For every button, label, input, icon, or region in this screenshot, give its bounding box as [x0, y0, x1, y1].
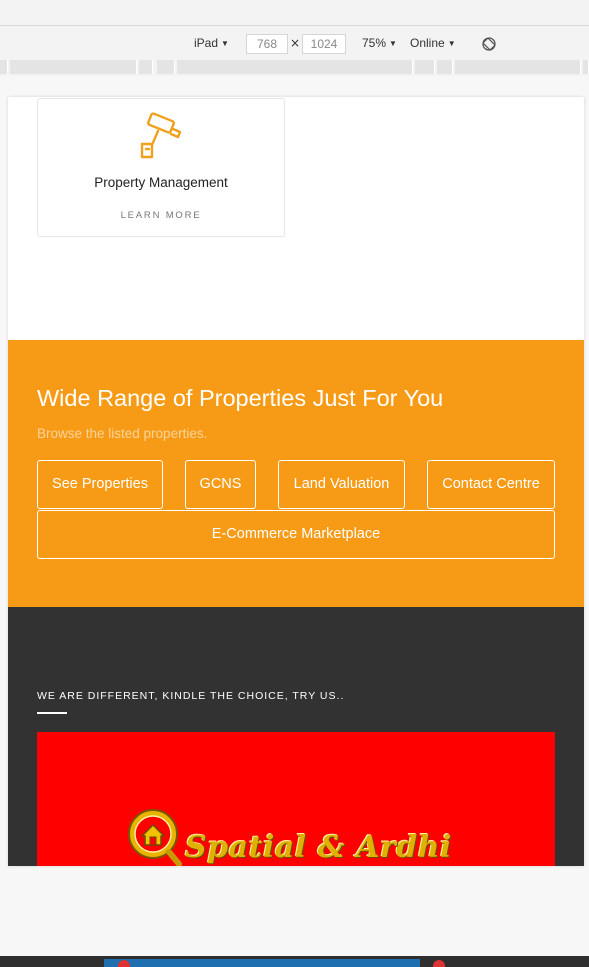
height-input[interactable]: 1024 [302, 34, 346, 54]
device-select[interactable]: iPad ▼ [194, 36, 229, 50]
card-title: Property Management [94, 175, 228, 190]
learn-more-link[interactable]: LEARN MORE [38, 210, 284, 221]
device-toolbar: iPad ▼ 768 × 1024 75% ▼ Online ▼ [0, 26, 589, 62]
media-query-ruler [0, 60, 589, 76]
width-input[interactable]: 768 [246, 34, 288, 54]
taskbar-app-icon[interactable] [433, 960, 445, 967]
land-valuation-button[interactable]: Land Valuation [278, 460, 405, 509]
devtools-top-strip [0, 0, 589, 26]
network-select-label: Online [410, 36, 445, 50]
chevron-down-icon: ▼ [389, 39, 397, 48]
chevron-down-icon: ▼ [447, 39, 456, 48]
see-properties-button[interactable]: See Properties [37, 460, 163, 509]
ruler-segment[interactable] [139, 60, 153, 74]
properties-cta-section: Wide Range of Properties Just For You Br… [8, 340, 584, 607]
brand-banner: Spatial & Ardhi [37, 732, 555, 866]
about-section: WE ARE DIFFERENT, KINDLE THE CHOICE, TRY… [8, 607, 584, 866]
ruler-segment[interactable] [157, 60, 175, 74]
zoom-select[interactable]: 75% ▼ [362, 36, 397, 50]
zoom-select-label: 75% [362, 36, 387, 50]
tagline: WE ARE DIFFERENT, KINDLE THE CHOICE, TRY… [37, 690, 345, 702]
home-search-icon [128, 809, 182, 866]
ecommerce-marketplace-button[interactable]: E-Commerce Marketplace [37, 510, 555, 559]
ruler-segment[interactable] [10, 60, 137, 74]
device-select-label: iPad [194, 36, 219, 50]
emulated-page: Property Management LEARN MORE Wide Rang… [8, 97, 584, 866]
ruler-segment[interactable] [437, 60, 453, 74]
tagline-underline [37, 712, 67, 714]
taskbar-app-icon[interactable] [118, 960, 130, 967]
ruler-segment[interactable] [455, 60, 581, 74]
network-throttle-select[interactable]: Online ▼ [410, 36, 456, 50]
ruler-segment[interactable] [0, 60, 8, 74]
rotate-icon[interactable] [481, 36, 497, 52]
ruler-segment[interactable] [177, 60, 413, 74]
gcns-button[interactable]: GCNS [185, 460, 256, 509]
taskbar-active-window[interactable] [104, 959, 420, 967]
ruler-segment[interactable] [415, 60, 435, 74]
ruler-segment[interactable] [583, 60, 589, 74]
section-heading: Wide Range of Properties Just For You [37, 385, 444, 411]
logo-text: Spatial & Ardhi [185, 830, 452, 865]
dimension-separator: × [290, 36, 301, 50]
brand-logo: Spatial & Ardhi [125, 804, 455, 866]
chevron-down-icon: ▼ [221, 39, 229, 48]
service-card-property-management[interactable]: Property Management LEARN MORE [37, 98, 285, 237]
contact-centre-button[interactable]: Contact Centre [427, 460, 555, 509]
section-subheading: Browse the listed properties. [37, 426, 208, 441]
security-camera-icon [140, 112, 182, 159]
